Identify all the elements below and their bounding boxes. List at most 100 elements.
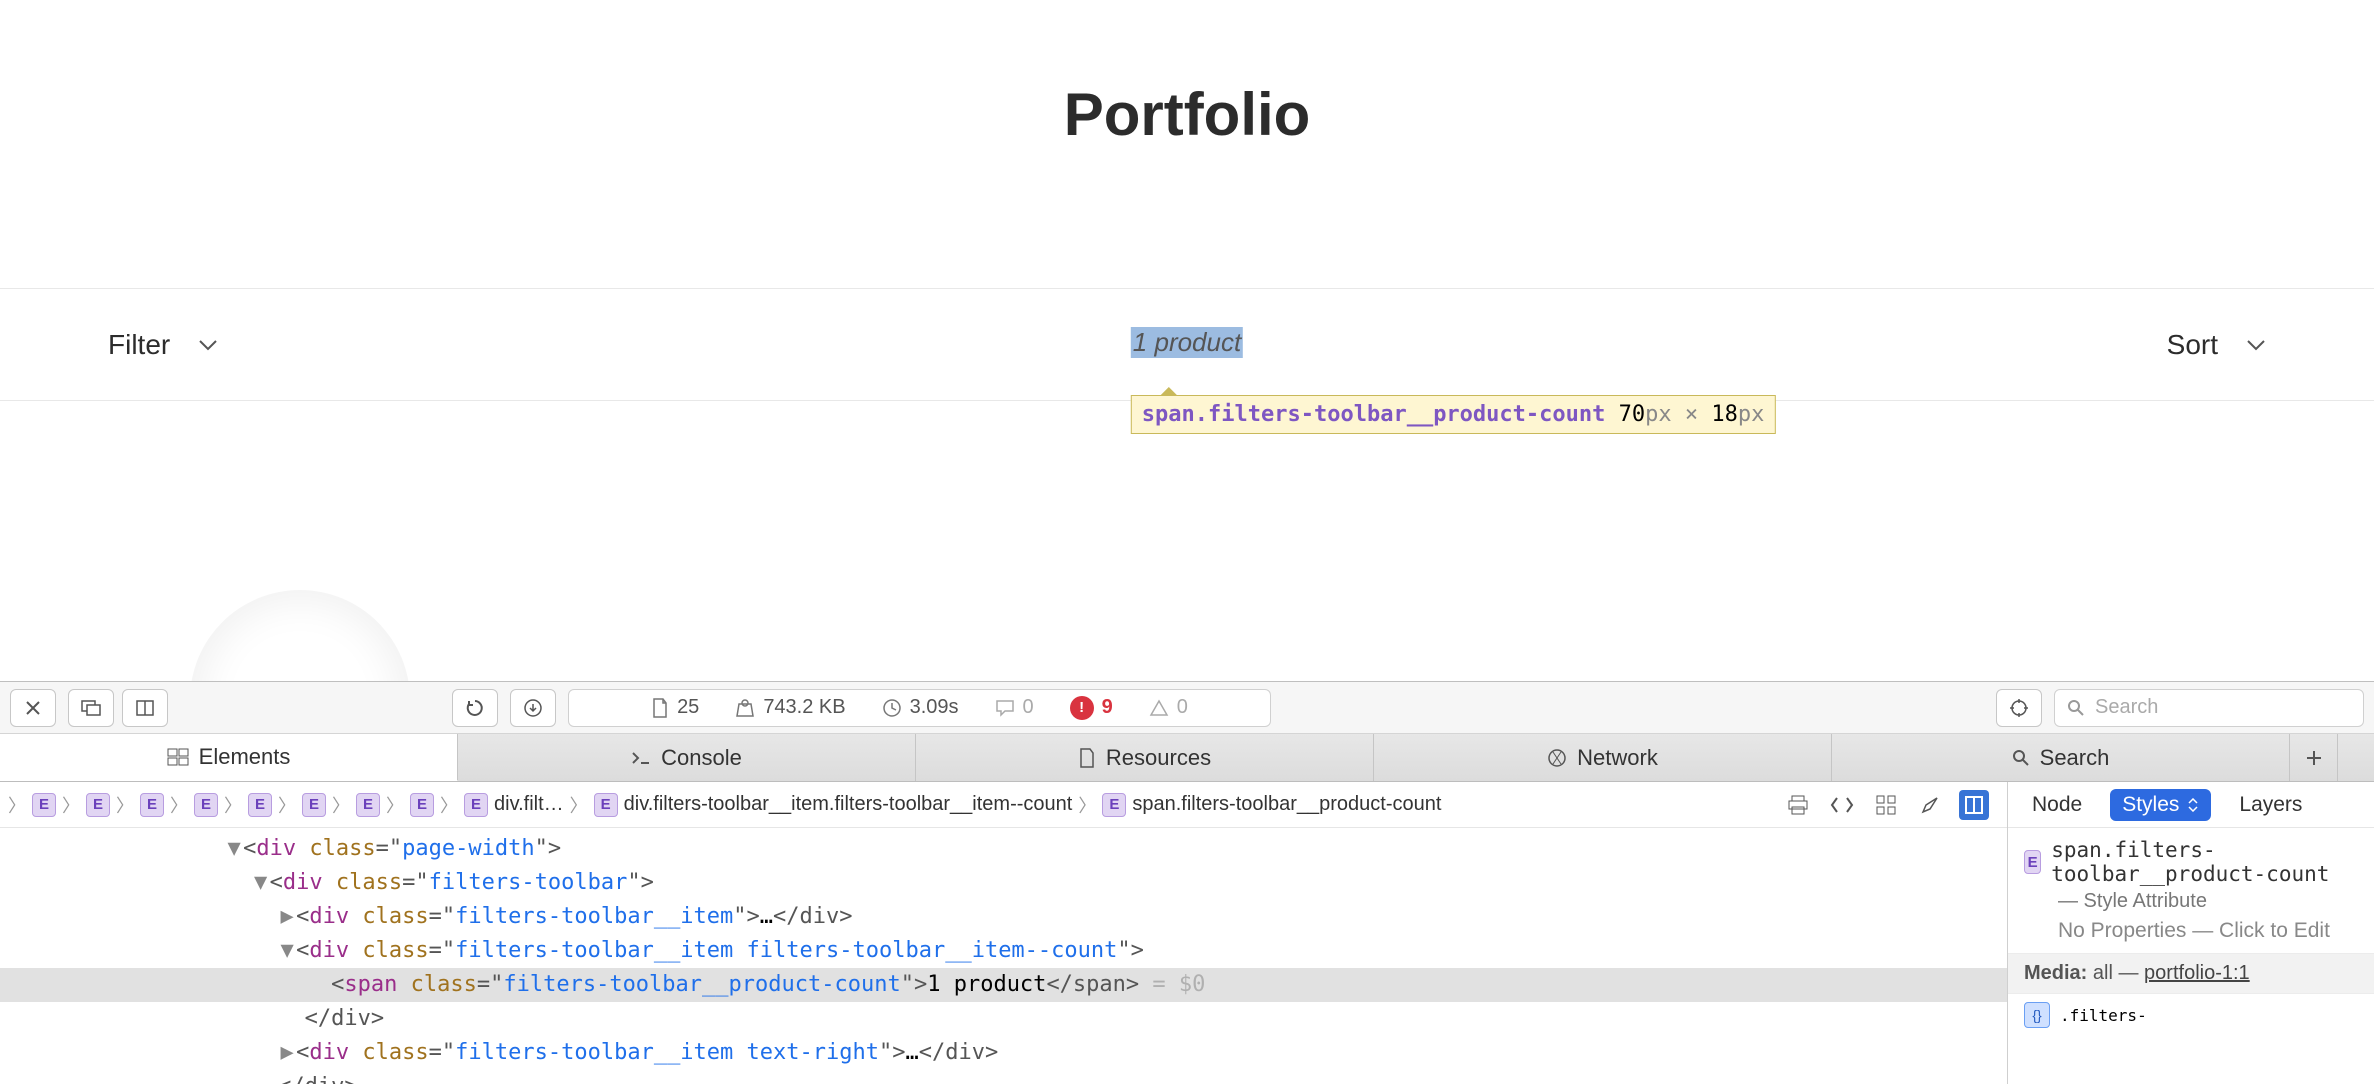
crosshair-icon bbox=[2009, 698, 2029, 718]
search-icon bbox=[2067, 699, 2085, 717]
status-errors[interactable]: ! 9 bbox=[1070, 696, 1113, 720]
dom-node[interactable]: ▶<div class="filters-toolbar__item">…</d… bbox=[0, 900, 2007, 934]
download-icon bbox=[524, 699, 542, 717]
css-selector: .filters- bbox=[2060, 1006, 2147, 1025]
download-button[interactable] bbox=[510, 689, 556, 727]
styles-rule-section[interactable]: E span.filters-toolbar__product-count — … bbox=[2008, 828, 2374, 954]
filter-button[interactable]: Filter bbox=[108, 329, 218, 361]
print-button[interactable] bbox=[1783, 790, 1813, 820]
grid-icon bbox=[1876, 795, 1896, 815]
styles-panel: Node Styles Layers E span.filters-toolba… bbox=[2008, 782, 2374, 1084]
dom-node[interactable]: ▼<div class="page-width"> bbox=[0, 832, 2007, 866]
disclosure-triangle-icon[interactable]: ▼ bbox=[278, 934, 296, 968]
tab-resources[interactable]: Resources bbox=[916, 734, 1374, 781]
tab-styles[interactable]: Styles bbox=[2110, 789, 2211, 821]
css-rule[interactable]: {} .filters- bbox=[2008, 994, 2374, 1036]
rule-selector: span.filters-toolbar__product-count bbox=[2051, 838, 2358, 886]
element-badge[interactable]: E bbox=[1102, 793, 1126, 817]
sort-arrows-icon bbox=[2187, 798, 2199, 812]
chevron-down-icon bbox=[2246, 339, 2266, 351]
layout-icon bbox=[1964, 795, 1984, 815]
element-badge[interactable]: E bbox=[248, 793, 272, 817]
element-badge[interactable]: E bbox=[356, 793, 380, 817]
dom-breadcrumb: 〉 E 〉 E 〉 E 〉 E 〉 E 〉 E 〉 E 〉 E 〉 E div.… bbox=[0, 782, 2007, 828]
tab-network[interactable]: Network bbox=[1374, 734, 1832, 781]
dom-node[interactable]: </div> bbox=[0, 1070, 2007, 1084]
tab-elements[interactable]: Elements bbox=[0, 734, 458, 781]
sort-button[interactable]: Sort bbox=[2167, 329, 2266, 361]
code-button[interactable] bbox=[1827, 790, 1857, 820]
devtools-search-input[interactable]: Search bbox=[2054, 689, 2364, 727]
element-badge[interactable]: E bbox=[594, 793, 618, 817]
disclosure-triangle-icon[interactable]: ▶ bbox=[278, 1036, 296, 1070]
browser-viewport: Portfolio Filter 1 product span.filters-… bbox=[0, 0, 2374, 443]
tab-add-button[interactable] bbox=[2290, 734, 2338, 781]
element-badge[interactable]: E bbox=[410, 793, 434, 817]
dom-node[interactable]: ▶<div class="filters-toolbar__item text-… bbox=[0, 1036, 2007, 1070]
no-properties-label[interactable]: No Properties — Click to Edit bbox=[2058, 919, 2358, 943]
dock-button[interactable] bbox=[68, 689, 114, 727]
warning-icon bbox=[1149, 699, 1169, 717]
grid-button[interactable] bbox=[1871, 790, 1901, 820]
elements-icon bbox=[167, 748, 189, 766]
breadcrumb-item[interactable]: div.filters-toolbar__item.filters-toolba… bbox=[624, 793, 1073, 816]
tab-layers[interactable]: Layers bbox=[2231, 789, 2310, 821]
element-badge[interactable]: E bbox=[140, 793, 164, 817]
dom-node[interactable]: ▼<div class="filters-toolbar"> bbox=[0, 866, 2007, 900]
inspector-tooltip: span.filters-toolbar__product-count 70px… bbox=[1131, 395, 1776, 434]
tab-search[interactable]: Search bbox=[1832, 734, 2290, 781]
tooltip-width: 70 bbox=[1619, 402, 1646, 427]
disclosure-triangle-icon[interactable]: ▶ bbox=[278, 900, 296, 934]
disclosure-triangle-icon[interactable]: ▼ bbox=[252, 866, 270, 900]
network-icon bbox=[1547, 748, 1567, 768]
layout-button[interactable] bbox=[1959, 790, 1989, 820]
element-badge[interactable]: E bbox=[86, 793, 110, 817]
stylesheet-link[interactable]: portfolio-1:1 bbox=[2144, 962, 2250, 984]
dock-overlap-icon bbox=[81, 700, 101, 716]
brush-icon bbox=[1920, 795, 1940, 815]
inspect-button[interactable] bbox=[1996, 689, 2042, 727]
brush-button[interactable] bbox=[1915, 790, 1945, 820]
tab-console[interactable]: Console bbox=[458, 734, 916, 781]
media-query-header: Media: all — portfolio-1:1 bbox=[2008, 954, 2374, 994]
x-icon bbox=[25, 700, 41, 716]
search-icon bbox=[2012, 749, 2030, 767]
status-messages: 0 bbox=[995, 696, 1034, 719]
product-count-container: 1 product span.filters-toolbar__product-… bbox=[1131, 327, 1243, 358]
style-attribute-label: — Style Attribute bbox=[2058, 890, 2358, 913]
disclosure-triangle-icon[interactable]: ▼ bbox=[225, 832, 243, 866]
element-badge[interactable]: E bbox=[302, 793, 326, 817]
element-badge[interactable]: E bbox=[194, 793, 218, 817]
reload-button[interactable] bbox=[452, 689, 498, 727]
dom-node[interactable]: </div> bbox=[0, 1002, 2007, 1036]
breadcrumb-item[interactable]: div.filt… bbox=[494, 793, 564, 816]
dom-tree[interactable]: ▼<div class="page-width"> ▼<div class="f… bbox=[0, 828, 2007, 1084]
styles-tabs: Node Styles Layers bbox=[2008, 782, 2374, 828]
console-icon bbox=[631, 750, 651, 766]
dom-node-selected[interactable]: <span class="filters-toolbar__product-co… bbox=[0, 968, 2007, 1002]
dock-side-button[interactable] bbox=[122, 689, 168, 727]
tab-node[interactable]: Node bbox=[2024, 789, 2090, 821]
filter-label: Filter bbox=[108, 329, 170, 361]
tooltip-height: 18 bbox=[1711, 402, 1738, 427]
element-badge[interactable]: E bbox=[464, 793, 488, 817]
devtools-panel: 25 743.2 KB 3.09s 0 ! 9 0 bbox=[0, 681, 2374, 1084]
status-warnings: 0 bbox=[1149, 696, 1188, 719]
element-badge: E bbox=[2024, 850, 2041, 874]
document-icon bbox=[1078, 748, 1096, 768]
reload-icon bbox=[466, 699, 484, 717]
sort-label: Sort bbox=[2167, 329, 2218, 361]
page-title: Portfolio bbox=[0, 0, 2374, 149]
css-badge-icon: {} bbox=[2024, 1002, 2050, 1028]
tab-overflow[interactable] bbox=[2338, 734, 2374, 781]
code-brackets-icon bbox=[1830, 796, 1854, 814]
dom-panel: 〉 E 〉 E 〉 E 〉 E 〉 E 〉 E 〉 E 〉 E 〉 E div.… bbox=[0, 782, 2008, 1084]
dock-side-icon bbox=[136, 700, 154, 716]
close-button[interactable] bbox=[10, 689, 56, 727]
dom-node[interactable]: ▼<div class="filters-toolbar__item filte… bbox=[0, 934, 2007, 968]
breadcrumb-item[interactable]: span.filters-toolbar__product-count bbox=[1132, 793, 1441, 816]
element-badge[interactable]: E bbox=[32, 793, 56, 817]
plus-icon bbox=[2305, 749, 2323, 767]
weight-icon bbox=[735, 699, 755, 717]
message-icon bbox=[995, 699, 1015, 717]
